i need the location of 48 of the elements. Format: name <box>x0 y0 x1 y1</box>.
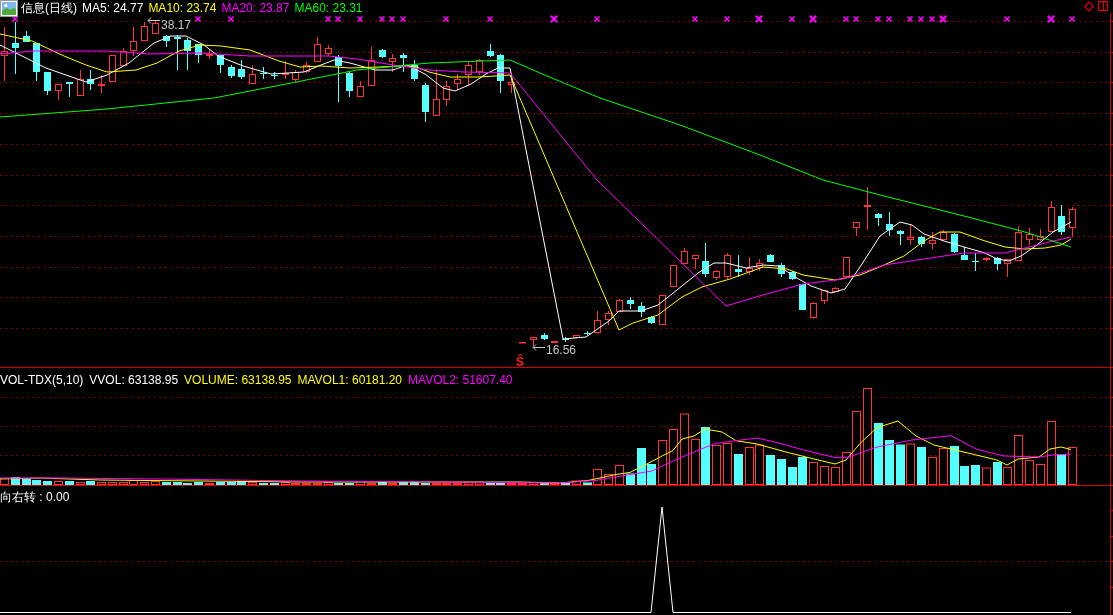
x-mark-icon <box>788 15 796 23</box>
x-mark-icon <box>356 15 364 23</box>
x-mark-icon <box>388 15 396 23</box>
x-mark-icon <box>324 15 332 23</box>
x-mark-icon <box>593 15 601 23</box>
x-mark-icon <box>11 15 19 23</box>
x-mark-icon <box>885 15 893 23</box>
x-mark-icon <box>1068 15 1076 23</box>
diamond-icon[interactable] <box>1084 1 1094 12</box>
x-mark-icon <box>334 15 342 23</box>
x-mark-icon <box>938 14 948 24</box>
chart-title: 信息(日线) <box>21 1 77 15</box>
indicator-label: VOLUME: 63138.95 <box>184 372 292 387</box>
x-mark-icon <box>906 15 914 23</box>
indicator-label: VVOL: 63138.95 <box>89 372 179 387</box>
leader-arrow <box>532 344 546 351</box>
x-mark-icon <box>194 15 202 23</box>
indicator-label: MA5: 24.77 <box>82 1 144 15</box>
x-mark-icon <box>1003 15 1011 23</box>
x-mark-icon <box>227 15 235 23</box>
split-panel-icon[interactable] <box>1098 1 1108 11</box>
x-mark-icon <box>549 14 559 24</box>
indicator-label: MAVOL2: 51607.40 <box>408 372 513 387</box>
x-mark-icon <box>928 15 936 23</box>
x-mark-icon <box>754 14 764 24</box>
x-mark-icon <box>842 15 850 23</box>
x-mark-icon <box>442 15 450 23</box>
indicator-label: MAVOL1: 60181.20 <box>297 372 402 387</box>
x-mark-icon <box>723 15 731 23</box>
indicator-label: MA60: 23.31 <box>294 1 363 15</box>
x-mark-icon <box>1046 14 1056 24</box>
indicator-title: VOL-TDX(5,10) <box>0 372 84 387</box>
x-mark-icon <box>691 15 699 23</box>
price-low-label: 16.56 <box>546 343 577 357</box>
x-mark-icon <box>852 15 860 23</box>
price-high-label: 38.17 <box>161 18 192 32</box>
x-mark-icon <box>808 14 818 24</box>
indicator-label: MA10: 23.74 <box>148 1 217 15</box>
x-mark-icon <box>486 15 494 23</box>
x-mark-icon <box>917 15 925 23</box>
x-mark-icon <box>378 15 386 23</box>
indicator-title: 向右转 : 0.00 <box>0 489 70 504</box>
leader-arrow <box>147 17 161 24</box>
indicator-label: MA20: 23.87 <box>221 1 290 15</box>
x-mark-icon <box>399 15 407 23</box>
image-icon <box>0 0 18 17</box>
x-mark-icon <box>874 15 882 23</box>
sell-signal-label: Ŝ <box>516 355 524 368</box>
